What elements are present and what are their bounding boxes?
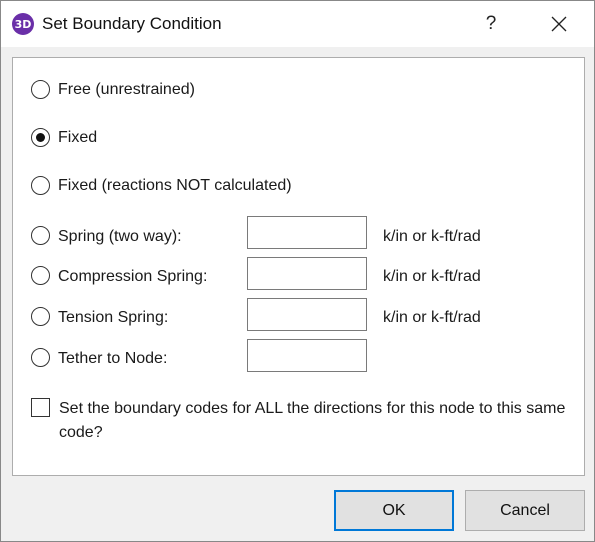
dialog-title: Set Boundary Condition [42, 14, 222, 33]
radio-compression-spring[interactable] [31, 266, 50, 285]
tension-spring-unit: k/in or k-ft/rad [383, 309, 481, 326]
compression-spring-unit: k/in or k-ft/rad [383, 268, 481, 285]
radio-tension-spring[interactable] [31, 307, 50, 326]
radio-fixed[interactable] [31, 128, 50, 147]
option-spring-two-way-label: Spring (two way): [58, 228, 182, 245]
radio-free[interactable] [31, 80, 50, 99]
options-panel: Free (unrestrained) Fixed Fixed (reactio… [12, 57, 585, 476]
help-button[interactable]: ? [476, 9, 506, 39]
spring-two-way-input[interactable] [247, 216, 367, 249]
option-tether-to-node-label: Tether to Node: [58, 350, 168, 367]
app-icon: 3D [12, 13, 34, 35]
close-icon [551, 16, 567, 32]
option-tension-spring-label: Tension Spring: [58, 309, 169, 326]
option-fixed-label: Fixed [58, 129, 98, 146]
cancel-button[interactable]: Cancel [465, 490, 585, 531]
radio-tether-to-node[interactable] [31, 348, 50, 367]
all-directions-label: Set the boundary codes for ALL the direc… [59, 400, 566, 441]
all-directions-checkbox[interactable] [31, 398, 50, 417]
radio-fixed-no-reactions[interactable] [31, 176, 50, 195]
option-compression-spring-label: Compression Spring: [58, 268, 208, 285]
tension-spring-input[interactable] [247, 298, 367, 331]
title-bar[interactable]: 3D Set Boundary Condition ? [1, 1, 594, 47]
dialog-window: 3D Set Boundary Condition ? Free (unrest… [0, 0, 595, 542]
tether-to-node-input[interactable] [247, 339, 367, 372]
spring-two-way-unit: k/in or k-ft/rad [383, 228, 481, 245]
option-free-label: Free (unrestrained) [58, 81, 195, 98]
close-button[interactable] [541, 9, 577, 39]
ok-button[interactable]: OK [334, 490, 454, 531]
radio-spring-two-way[interactable] [31, 226, 50, 245]
compression-spring-input[interactable] [247, 257, 367, 290]
option-fixed-no-reactions-label: Fixed (reactions NOT calculated) [58, 177, 292, 194]
